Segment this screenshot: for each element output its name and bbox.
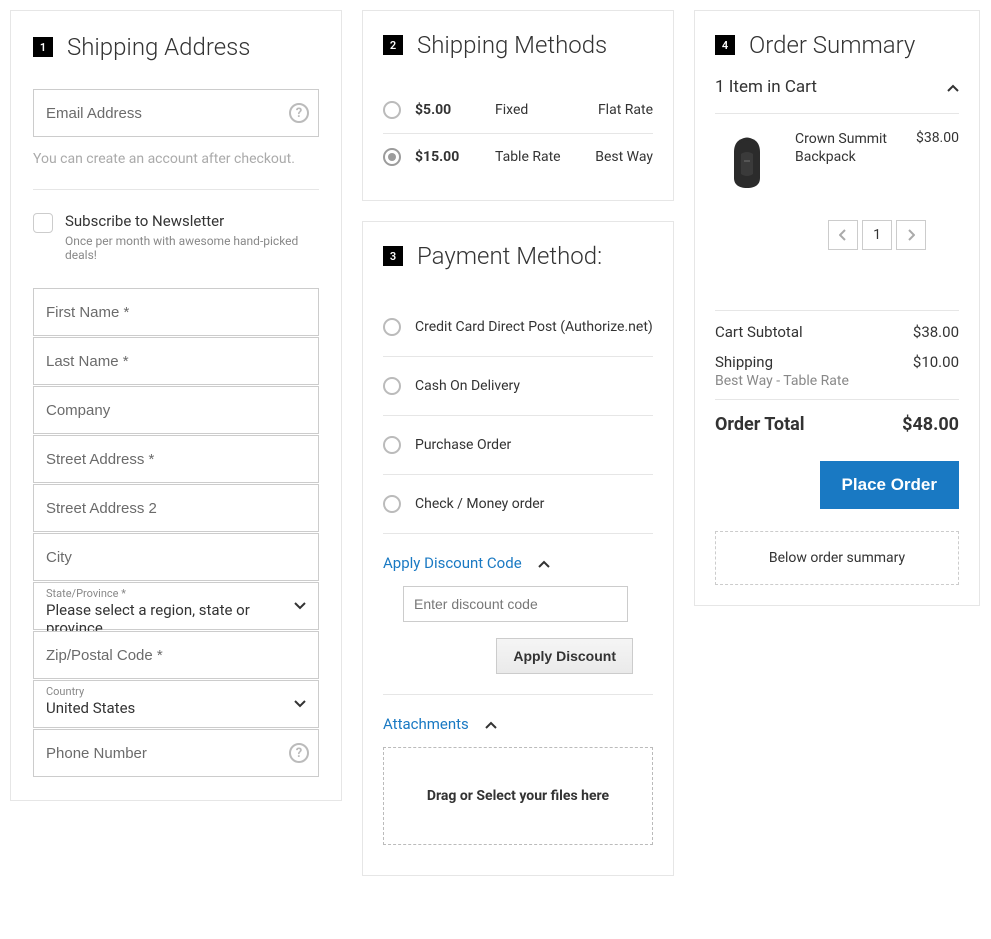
order-summary-title: Order Summary (749, 31, 915, 59)
company-field[interactable] (33, 386, 319, 434)
payment-radio-authorizenet[interactable] (383, 318, 401, 336)
subtotal-value: $38.00 (913, 323, 959, 341)
region-select[interactable]: State/Province * Please select a region,… (33, 582, 319, 630)
phone-field[interactable] (33, 729, 319, 777)
shipping-methods-title: Shipping Methods (417, 31, 607, 59)
shipping-address-title: Shipping Address (67, 33, 250, 61)
payment-radio-check[interactable] (383, 495, 401, 513)
shipping-sublabel: Best Way - Table Rate (715, 373, 959, 389)
shipping-methods-card: 2 Shipping Methods $5.00 Fixed Flat Rate… (362, 10, 674, 201)
chevron-up-icon (538, 554, 550, 572)
chevron-up-icon (947, 77, 959, 97)
shipping-radio-bestway[interactable] (383, 148, 401, 166)
shipping-method-name: Fixed (495, 102, 595, 118)
email-field[interactable] (33, 89, 319, 137)
shipping-price: $15.00 (415, 149, 495, 165)
step-number-1: 1 (33, 37, 53, 57)
apply-discount-label: Apply Discount Code (383, 554, 522, 572)
payment-option-label: Cash On Delivery (415, 378, 520, 394)
discount-code-input[interactable] (403, 586, 628, 622)
grand-total-label: Order Total (715, 414, 805, 435)
payment-option-row[interactable]: Cash On Delivery (383, 357, 653, 416)
step-number-2: 2 (383, 35, 403, 55)
newsletter-checkbox[interactable] (33, 213, 53, 233)
attachments-toggle[interactable]: Attachments (383, 715, 653, 733)
qty-decrease-button[interactable] (828, 220, 858, 250)
shipping-address-card: 1 Shipping Address ? You can create an a… (10, 10, 342, 801)
product-image (715, 130, 779, 194)
subtotal-row: Cart Subtotal $38.00 (715, 310, 959, 347)
divider (383, 694, 653, 695)
step-number-4: 4 (715, 35, 735, 55)
step-number-3: 3 (383, 246, 403, 266)
shipping-value: $10.00 (913, 353, 959, 371)
payment-method-title: Payment Method: (417, 242, 602, 270)
chevron-up-icon (485, 715, 497, 733)
product-price: $38.00 (916, 130, 959, 194)
file-dropzone[interactable]: Drag or Select your files here (383, 747, 653, 845)
shipping-carrier: Flat Rate (595, 102, 653, 118)
street-address-2-field[interactable] (33, 484, 319, 532)
step-1-header: 1 Shipping Address (33, 33, 319, 61)
last-name-field[interactable] (33, 337, 319, 385)
city-field[interactable] (33, 533, 319, 581)
payment-option-row[interactable]: Credit Card Direct Post (Authorize.net) (383, 298, 653, 357)
cart-count-label: 1 Item in Cart (715, 77, 817, 97)
first-name-field[interactable] (33, 288, 319, 336)
grand-total-row: Order Total $48.00 (715, 399, 959, 449)
step-3-header: 3 Payment Method: (383, 242, 653, 270)
street-address-1-field[interactable] (33, 435, 319, 483)
payment-radio-cod[interactable] (383, 377, 401, 395)
newsletter-checkbox-row[interactable]: Subscribe to Newsletter Once per month w… (33, 212, 319, 262)
payment-option-label: Credit Card Direct Post (Authorize.net) (415, 319, 653, 335)
payment-radio-purchaseorder[interactable] (383, 436, 401, 454)
payment-option-label: Check / Money order (415, 496, 544, 512)
attachments-label: Attachments (383, 715, 469, 733)
newsletter-sublabel: Once per month with awesome hand-picked … (65, 234, 319, 262)
question-icon[interactable]: ? (289, 103, 309, 123)
zip-field[interactable] (33, 631, 319, 679)
order-summary-card: 4 Order Summary 1 Item in Cart Crown Sum… (694, 10, 980, 606)
step-4-header: 4 Order Summary (715, 31, 959, 59)
shipping-price: $5.00 (415, 102, 495, 118)
payment-option-label: Purchase Order (415, 437, 511, 453)
payment-option-row[interactable]: Check / Money order (383, 475, 653, 534)
cart-item: Crown Summit Backpack $38.00 (715, 114, 959, 210)
payment-option-row[interactable]: Purchase Order (383, 416, 653, 475)
payment-method-card: 3 Payment Method: Credit Card Direct Pos… (362, 221, 674, 876)
account-help-text: You can create an account after checkout… (33, 151, 319, 167)
newsletter-label: Subscribe to Newsletter (65, 212, 319, 230)
shipping-carrier: Best Way (595, 149, 653, 165)
qty-increase-button[interactable] (896, 220, 926, 250)
cart-items-toggle[interactable]: 1 Item in Cart (715, 77, 959, 114)
below-order-summary-box: Below order summary (715, 531, 959, 585)
question-icon[interactable]: ? (289, 743, 309, 763)
product-name: Crown Summit Backpack (795, 130, 900, 194)
shipping-radio-flatrate[interactable] (383, 101, 401, 119)
country-label: Country (46, 685, 84, 698)
shipping-label: Shipping (715, 353, 773, 371)
apply-discount-toggle[interactable]: Apply Discount Code (383, 554, 653, 572)
shipping-method-row[interactable]: $15.00 Table Rate Best Way (383, 134, 653, 180)
region-label: State/Province * (46, 587, 126, 600)
apply-discount-button[interactable]: Apply Discount (496, 638, 633, 674)
shipping-method-row[interactable]: $5.00 Fixed Flat Rate (383, 87, 653, 134)
backpack-icon (724, 134, 770, 190)
divider (33, 189, 319, 190)
step-2-header: 2 Shipping Methods (383, 31, 653, 59)
qty-value: 1 (862, 220, 892, 250)
place-order-button[interactable]: Place Order (820, 461, 959, 509)
subtotal-label: Cart Subtotal (715, 323, 803, 341)
country-select[interactable]: Country United States (33, 680, 319, 728)
grand-total-value: $48.00 (902, 414, 959, 435)
shipping-method-name: Table Rate (495, 149, 595, 165)
